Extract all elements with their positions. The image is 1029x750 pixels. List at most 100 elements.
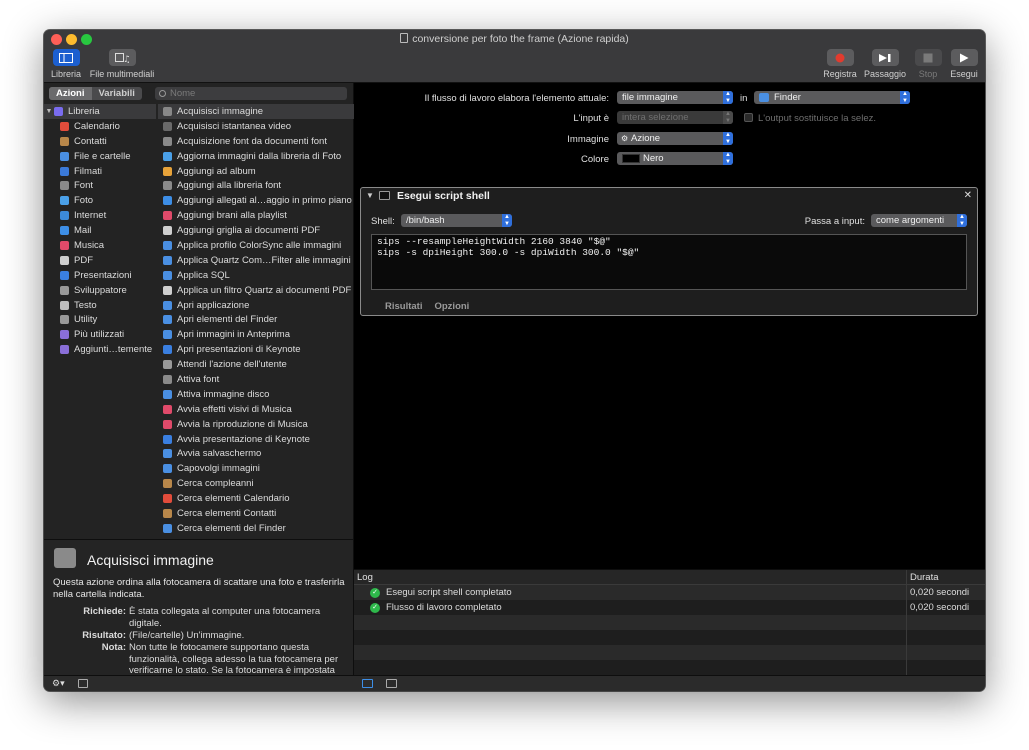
tab-actions[interactable]: Azioni xyxy=(49,87,92,100)
script-editor[interactable]: sips --resampleHeightWidth 2160 3840 "$@… xyxy=(371,234,967,290)
action-item[interactable]: Apri presentazioni di Keynote xyxy=(158,342,354,357)
category-item[interactable]: Filmati xyxy=(44,164,156,179)
run-button[interactable]: Esegui xyxy=(947,49,981,79)
action-item[interactable]: Aggiorna immagini dalla libreria di Foto xyxy=(158,149,354,164)
color-popup[interactable]: Nero ▲ ▼ xyxy=(617,152,733,165)
developer-icon xyxy=(60,285,69,295)
stop-button[interactable]: Stop xyxy=(912,49,944,79)
mail-icon xyxy=(60,226,69,236)
action-label: Apri elementi del Finder xyxy=(177,314,278,326)
tab-options[interactable]: Opzioni xyxy=(434,301,469,312)
library-toggle-button[interactable]: Libreria xyxy=(50,49,82,79)
category-label: Aggiunti…temente xyxy=(74,344,153,356)
search-input[interactable] xyxy=(170,88,330,99)
category-item[interactable]: Foto xyxy=(44,193,156,208)
receives-popup[interactable]: file immagine ▲ ▼ xyxy=(617,91,733,104)
pass-input-popup[interactable]: come argomenti ▲ ▼ xyxy=(871,214,967,227)
popup-arrows-icon: ▲ ▼ xyxy=(502,214,512,227)
category-item[interactable]: Aggiunti…temente xyxy=(44,342,156,357)
log-view-icon[interactable] xyxy=(362,679,373,688)
gear-menu-icon[interactable]: ⚙▾ xyxy=(52,678,65,689)
action-item[interactable]: Avvia la riproduzione di Musica xyxy=(158,417,354,432)
action-icon xyxy=(163,360,172,370)
tab-results[interactable]: Risultati xyxy=(385,301,422,312)
category-item[interactable]: Presentazioni xyxy=(44,268,156,283)
record-button[interactable]: Registra xyxy=(822,49,858,79)
action-item[interactable]: Apri elementi del Finder xyxy=(158,312,354,327)
action-label: Avvia salvaschermo xyxy=(177,448,262,460)
disclosure-triangle-icon[interactable]: ▼ xyxy=(44,108,54,115)
category-item[interactable]: File e cartelle xyxy=(44,149,156,164)
input-label: L'input è xyxy=(573,113,609,124)
category-item[interactable]: Calendario xyxy=(44,119,156,134)
duration-column-header[interactable]: Durata xyxy=(906,570,985,584)
variables-view-icon[interactable] xyxy=(386,679,397,688)
close-icon[interactable]: ✕ xyxy=(964,190,972,201)
action-item[interactable]: Acquisizione font da documenti font xyxy=(158,134,354,149)
log-row[interactable]: ✓ Esegui script shell completato 0,020 sec… xyxy=(354,585,985,600)
finder-icon xyxy=(60,151,69,161)
action-label: Cerca elementi del Finder xyxy=(177,522,286,534)
action-item[interactable]: Avvia effetti visivi di Musica xyxy=(158,402,354,417)
category-item[interactable]: Musica xyxy=(44,238,156,253)
action-item[interactable]: Avvia presentazione di Keynote xyxy=(158,432,354,447)
text-icon xyxy=(60,300,69,310)
image-popup[interactable]: ⚙ Azione ▲ ▼ xyxy=(617,132,733,145)
action-item[interactable]: Cerca elementi Calendario xyxy=(158,491,354,506)
action-item[interactable]: Aggiungi griglia ai documenti PDF xyxy=(158,223,354,238)
action-item[interactable]: Acquisisci immagine xyxy=(158,104,354,119)
category-item[interactable]: Contatti xyxy=(44,134,156,149)
action-item[interactable]: Applica SQL xyxy=(158,268,354,283)
log-row xyxy=(354,630,985,645)
action-item[interactable]: Apri applicazione xyxy=(158,298,354,313)
color-swatch xyxy=(622,154,640,163)
media-button[interactable]: ♫ File multimediali xyxy=(86,49,158,79)
action-item[interactable]: Aggiungi ad album xyxy=(158,164,354,179)
action-item[interactable]: Avvia salvaschermo xyxy=(158,446,354,461)
action-item[interactable]: Applica un filtro Quartz ai documenti PD… xyxy=(158,283,354,298)
category-item[interactable]: PDF xyxy=(44,253,156,268)
tab-variables[interactable]: Variabili xyxy=(92,87,142,100)
stop-icon xyxy=(914,49,942,66)
log-row[interactable]: ✓ Flusso di lavoro completato 0,020 second… xyxy=(354,600,985,615)
library-pane: Azioni Variabili ▼ Libreria Calendario Cont… xyxy=(44,83,354,539)
action-item[interactable]: Cerca compleanni xyxy=(158,476,354,491)
action-item[interactable]: Aggiungi alla libreria font xyxy=(158,178,354,193)
search-field[interactable] xyxy=(155,87,347,100)
category-item[interactable]: Più utilizzati xyxy=(44,327,156,342)
action-item[interactable]: Attendi l'azione dell'utente xyxy=(158,357,354,372)
action-item[interactable]: Attiva font xyxy=(158,372,354,387)
action-item[interactable]: Aggiungi brani alla playlist xyxy=(158,208,354,223)
action-item[interactable]: Acquisisci istantanea video xyxy=(158,119,354,134)
category-item[interactable]: Internet xyxy=(44,208,156,223)
category-item[interactable]: ▼ Libreria xyxy=(44,104,156,119)
action-item[interactable]: Cerca elementi Contatti xyxy=(158,506,354,521)
log-column-header[interactable]: Log xyxy=(354,570,906,584)
category-item[interactable]: Sviluppatore xyxy=(44,283,156,298)
action-icon xyxy=(163,315,172,325)
action-item[interactable]: Applica Quartz Com…Filter alle immagini xyxy=(158,253,354,268)
run-shell-script-action[interactable]: ▼ Esegui script shell ✕ Shell: /bin/bash… xyxy=(360,187,978,316)
disclosure-triangle-icon[interactable]: ▼ xyxy=(366,191,374,200)
action-icon xyxy=(163,494,172,504)
input-popup[interactable]: intera selezione ▲ ▼ xyxy=(617,111,733,124)
sidebar-icon xyxy=(52,49,80,66)
action-item[interactable]: Apri immagini in Anteprima xyxy=(158,327,354,342)
description-toggle-icon[interactable] xyxy=(78,679,88,688)
category-item[interactable]: Utility xyxy=(44,312,156,327)
log-duration-cell xyxy=(906,615,985,630)
log-duration-cell xyxy=(906,645,985,660)
action-item[interactable]: Aggiungi allegati al…aggio in primo pian… xyxy=(158,193,354,208)
action-item[interactable]: Capovolgi immagini xyxy=(158,461,354,476)
step-button[interactable]: Passaggio xyxy=(862,49,908,79)
shell-popup[interactable]: /bin/bash ▲ ▼ xyxy=(401,214,512,227)
action-item[interactable]: Cerca elementi del Finder xyxy=(158,521,354,536)
action-item[interactable]: Applica profilo ColorSync alle immagini xyxy=(158,238,354,253)
action-item[interactable]: Attiva immagine disco xyxy=(158,387,354,402)
action-label: Apri presentazioni di Keynote xyxy=(177,344,301,356)
category-item[interactable]: Mail xyxy=(44,223,156,238)
category-item[interactable]: Font xyxy=(44,178,156,193)
replace-output-checkbox[interactable] xyxy=(744,113,753,122)
application-popup[interactable]: Finder ▲ ▼ xyxy=(754,91,910,104)
category-item[interactable]: Testo xyxy=(44,298,156,313)
